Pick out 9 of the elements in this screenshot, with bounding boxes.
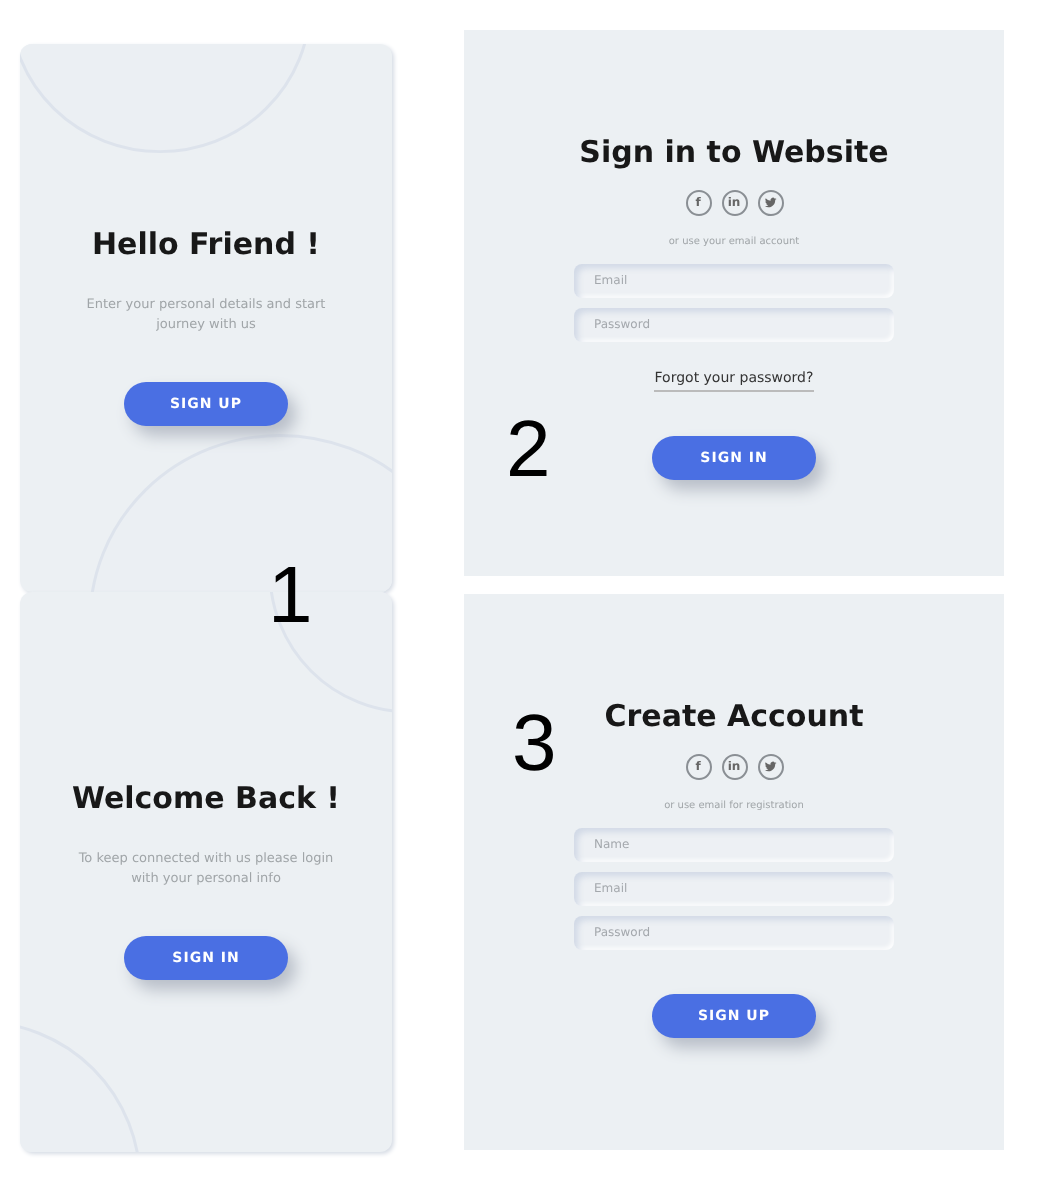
step-number: 1 [268,556,313,636]
step-number: 3 [512,704,557,784]
panel-title: Welcome Back ! [71,779,341,816]
bird-icon[interactable] [757,190,783,216]
panel-title: Hello Friend ! [91,225,321,262]
form-title: Create Account [604,698,864,734]
form-title: Sign in to Website [579,134,889,170]
step-number: 2 [506,410,551,490]
bird-icon[interactable] [757,754,783,780]
